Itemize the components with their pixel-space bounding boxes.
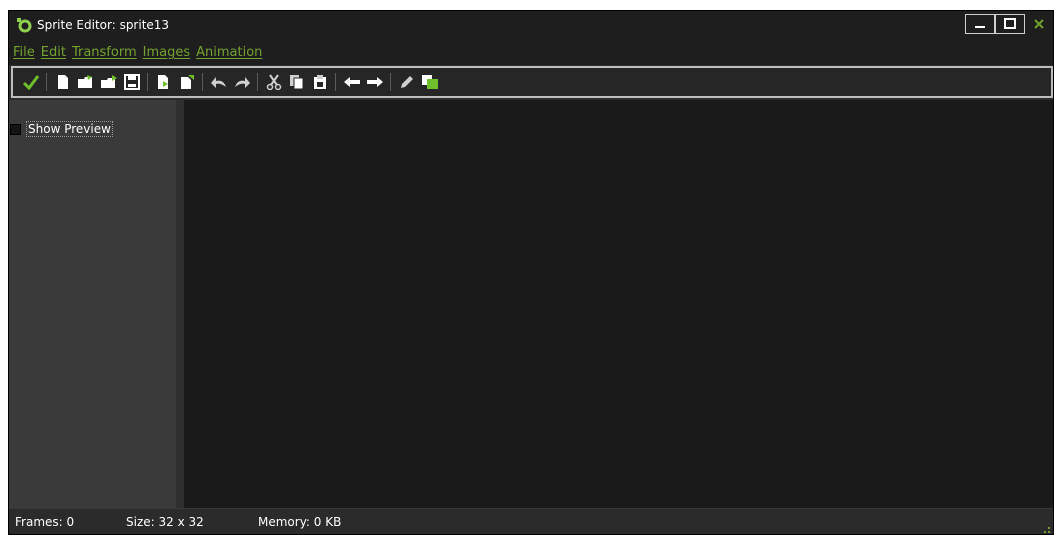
toolbar-separator bbox=[257, 73, 258, 91]
undo-icon[interactable] bbox=[207, 71, 230, 93]
open-icon[interactable] bbox=[74, 71, 97, 93]
menu-images[interactable]: Images bbox=[143, 45, 191, 60]
toolbar-separator bbox=[390, 73, 391, 91]
toolbar-separator bbox=[46, 73, 47, 91]
resize-grip-icon[interactable] bbox=[1039, 522, 1051, 534]
toolbar bbox=[11, 66, 1053, 98]
shift-right-icon[interactable] bbox=[363, 71, 386, 93]
edit-pencil-icon[interactable] bbox=[395, 71, 418, 93]
title-bar[interactable]: Sprite Editor: sprite13 bbox=[9, 11, 1053, 39]
maximize-icon[interactable] bbox=[995, 14, 1025, 34]
toolbar-separator bbox=[147, 73, 148, 91]
import-icon[interactable] bbox=[152, 71, 175, 93]
menu-bar: File Edit Transform Images Animation bbox=[9, 39, 1053, 65]
close-icon[interactable] bbox=[1025, 14, 1053, 34]
menu-transform[interactable]: Transform bbox=[72, 45, 137, 60]
paste-icon[interactable] bbox=[308, 71, 331, 93]
menu-edit[interactable]: Edit bbox=[41, 45, 66, 60]
color-layers-icon[interactable] bbox=[418, 71, 441, 93]
redo-icon[interactable] bbox=[230, 71, 253, 93]
toolbar-separator bbox=[202, 73, 203, 91]
panel-divider[interactable] bbox=[176, 100, 184, 508]
save-icon[interactable] bbox=[120, 71, 143, 93]
minimize-icon[interactable] bbox=[965, 14, 995, 34]
toolbar-separator bbox=[335, 73, 336, 91]
show-preview-label[interactable]: Show Preview bbox=[26, 121, 113, 137]
sprite-editor-window: Sprite Editor: sprite13 File Edit Transf… bbox=[8, 10, 1054, 535]
window-title: Sprite Editor: sprite13 bbox=[37, 18, 170, 32]
cut-icon[interactable] bbox=[262, 71, 285, 93]
menu-animation[interactable]: Animation bbox=[196, 45, 262, 60]
status-memory: Memory: 0 KB bbox=[258, 515, 342, 529]
show-preview-row[interactable]: Show Preview bbox=[10, 121, 113, 137]
copy-icon[interactable] bbox=[285, 71, 308, 93]
status-size: Size: 32 x 32 bbox=[126, 515, 204, 529]
open-folder-icon[interactable] bbox=[97, 71, 120, 93]
left-panel bbox=[9, 100, 184, 508]
shift-left-icon[interactable] bbox=[340, 71, 363, 93]
status-frames: Frames: 0 bbox=[15, 515, 75, 529]
menu-file[interactable]: File bbox=[13, 45, 35, 60]
window-controls bbox=[965, 13, 1053, 35]
new-icon[interactable] bbox=[51, 71, 74, 93]
sprite-canvas[interactable] bbox=[184, 100, 1053, 508]
gamemaker-logo-icon bbox=[16, 17, 32, 33]
confirm-icon[interactable] bbox=[19, 71, 42, 93]
export-icon[interactable] bbox=[175, 71, 198, 93]
status-bar: Frames: 0 Size: 32 x 32 Memory: 0 KB bbox=[9, 508, 1053, 534]
show-preview-checkbox[interactable] bbox=[10, 123, 21, 135]
